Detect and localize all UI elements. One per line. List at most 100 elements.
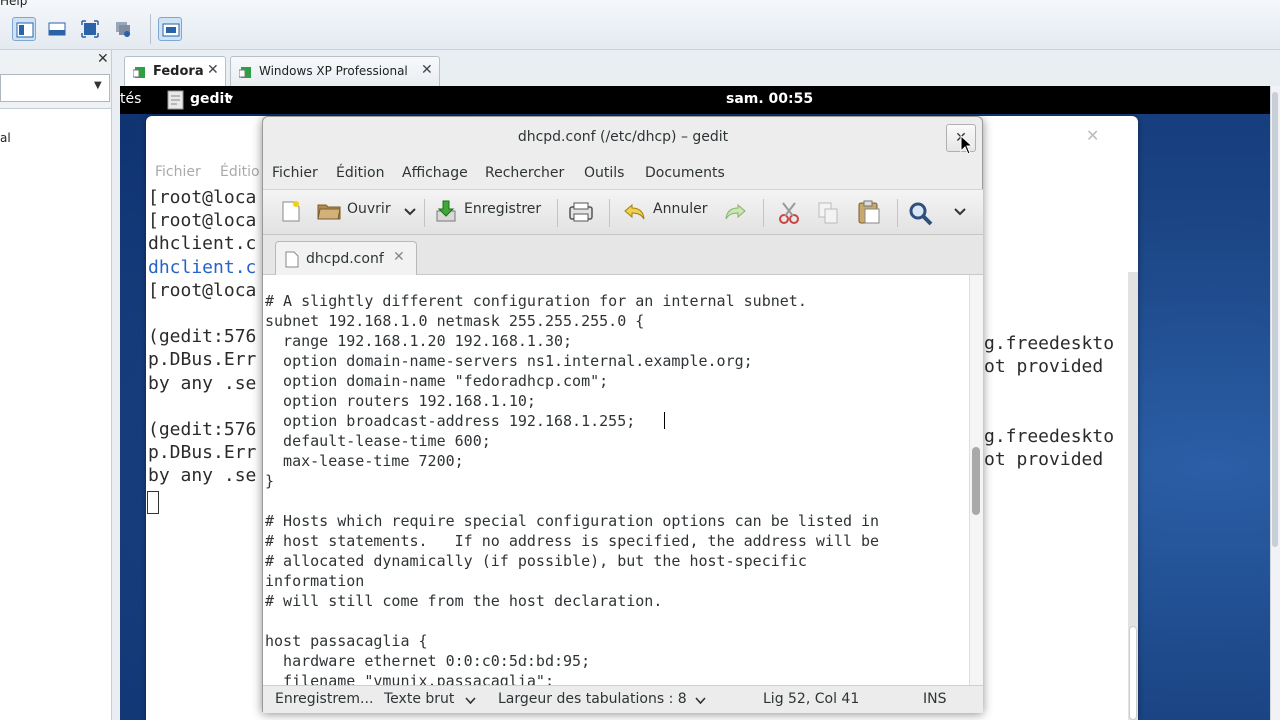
terminal-line: g.freedeskto bbox=[984, 425, 1115, 447]
close-icon[interactable]: ✕ bbox=[421, 62, 433, 78]
vm-running-icon bbox=[239, 67, 251, 78]
print-icon[interactable] bbox=[568, 201, 594, 223]
gedit-app-icon bbox=[167, 90, 184, 110]
console-view-icon[interactable] bbox=[45, 17, 69, 41]
terminal-output-right: g.freedeskto ot provided g.freedeskto ot p… bbox=[984, 332, 1114, 471]
language-selector[interactable]: Texte brut bbox=[384, 691, 454, 707]
code-line: # host statements. If no address is spec… bbox=[265, 532, 880, 550]
code-line: # Hosts which require special configurat… bbox=[265, 512, 880, 530]
new-document-icon[interactable] bbox=[279, 199, 303, 223]
code-line: option domain-name-servers ns1.internal.… bbox=[265, 352, 753, 370]
vm-running-icon bbox=[133, 67, 145, 78]
code-line: option domain-name "fedoradhcp.com"; bbox=[265, 372, 609, 390]
fullscreen-toggle-icon[interactable] bbox=[12, 17, 36, 41]
toolbar-separator bbox=[763, 199, 764, 227]
redo-icon[interactable] bbox=[723, 203, 747, 221]
tab-label: Windows XP Professional bbox=[259, 64, 408, 78]
search-icon[interactable] bbox=[908, 201, 934, 227]
code-line: # will still come from the host declarat… bbox=[265, 592, 663, 610]
code-line: subnet 192.168.1.0 netmask 255.255.255.0… bbox=[265, 312, 645, 330]
code-line: default-lease-time 600; bbox=[265, 432, 491, 450]
code-line: # A slightly different configuration for… bbox=[265, 292, 807, 310]
close-icon[interactable]: ✕ bbox=[207, 62, 219, 78]
toolbar-separator bbox=[609, 199, 610, 227]
chevron-down-icon[interactable]: ▼ bbox=[94, 80, 102, 91]
chevron-down-icon[interactable] bbox=[465, 697, 476, 705]
gnome-top-bar: tés gedit ▾ sam. 00:55 bbox=[120, 86, 1270, 114]
close-icon[interactable]: ✕ bbox=[393, 249, 405, 265]
library-close-icon[interactable]: ✕ bbox=[97, 51, 109, 67]
window-title: dhcpd.conf (/etc/dhcp) – gedit bbox=[517, 129, 729, 145]
code-line: option broadcast-address 192.168.1.255; bbox=[265, 412, 636, 430]
undo-icon[interactable] bbox=[623, 203, 647, 221]
terminal-line: ot provided bbox=[984, 449, 1104, 471]
terminal-menu-edition[interactable]: Éditio bbox=[220, 164, 260, 180]
chevron-down-icon[interactable] bbox=[954, 207, 966, 217]
code-line: information bbox=[265, 572, 365, 590]
code-line: option routers 192.168.1.10; bbox=[265, 392, 536, 410]
code-line: } bbox=[265, 472, 275, 490]
host-scroll-thumb[interactable] bbox=[1272, 92, 1278, 547]
clock[interactable]: sam. 00:55 bbox=[726, 91, 813, 107]
tab-fedora[interactable]: Fedora ✕ bbox=[124, 56, 226, 86]
editor-scroll-thumb[interactable] bbox=[972, 447, 980, 515]
toolbar-separator bbox=[150, 14, 151, 44]
toolbar-separator bbox=[424, 199, 425, 227]
cut-icon[interactable] bbox=[778, 201, 800, 225]
code-line: host passacaglia { bbox=[265, 632, 428, 650]
menu-affichage[interactable]: Affichage bbox=[402, 165, 468, 181]
status-bar: Enregistrem... Texte brut Largeur des ta… bbox=[263, 685, 983, 713]
terminal-line: ot provided bbox=[984, 356, 1104, 378]
terminal-menu-fichier[interactable]: Fichier bbox=[155, 164, 201, 180]
close-icon[interactable]: ✕ bbox=[1086, 126, 1099, 145]
chevron-down-icon[interactable] bbox=[404, 207, 416, 217]
cursor-position: Lig 52, Col 41 bbox=[763, 691, 860, 707]
toolbar-separator bbox=[557, 199, 558, 227]
chevron-down-icon[interactable] bbox=[695, 697, 706, 705]
menu-rechercher[interactable]: Rechercher bbox=[485, 165, 564, 181]
host-menu-help[interactable]: Help bbox=[0, 0, 27, 8]
code-line: # allocated dynamically (if possible), b… bbox=[265, 552, 807, 570]
save-button[interactable]: Enregistrer bbox=[464, 201, 541, 217]
save-icon[interactable] bbox=[435, 199, 457, 223]
host-toolbar: Help bbox=[0, 0, 1280, 50]
open-button[interactable]: Ouvrir bbox=[347, 201, 391, 217]
mouse-pointer-icon bbox=[960, 135, 974, 155]
menu-documents[interactable]: Documents bbox=[645, 165, 725, 181]
undo-button[interactable]: Annuler bbox=[653, 201, 707, 217]
copy-icon[interactable] bbox=[817, 201, 839, 225]
tab-label: dhcpd.conf bbox=[306, 251, 384, 267]
tab-label: Fedora bbox=[153, 64, 204, 79]
open-folder-icon[interactable] bbox=[317, 201, 343, 221]
fit-window-icon[interactable] bbox=[78, 17, 102, 41]
activities-button[interactable]: tés bbox=[120, 91, 141, 107]
tab-windows-xp[interactable]: Windows XP Professional ✕ bbox=[230, 56, 440, 86]
app-menu-button[interactable]: gedit bbox=[190, 91, 231, 107]
save-status: Enregistrem... bbox=[275, 691, 374, 707]
unity-view-icon[interactable] bbox=[158, 17, 182, 41]
terminal-line: g.freedeskto bbox=[984, 333, 1115, 354]
insert-mode: INS bbox=[923, 691, 947, 707]
snapshot-icon[interactable] bbox=[111, 17, 135, 41]
menu-edition[interactable]: Édition bbox=[336, 165, 384, 181]
editor-content[interactable]: # A slightly different configuration for… bbox=[265, 291, 879, 691]
gedit-window[interactable]: dhcpd.conf (/etc/dhcp) – gedit ✕ Fichier… bbox=[262, 116, 983, 713]
code-line: range 192.168.1.20 192.168.1.30; bbox=[265, 332, 573, 350]
terminal-cursor bbox=[147, 491, 159, 514]
document-icon bbox=[285, 251, 299, 268]
menu-outils[interactable]: Outils bbox=[584, 165, 624, 181]
tab-width-selector[interactable]: Largeur des tabulations : 8 bbox=[498, 691, 687, 707]
library-list bbox=[0, 108, 111, 720]
code-line: hardware ethernet 0:0:c0:5d:bd:95; bbox=[265, 652, 591, 670]
paste-icon[interactable] bbox=[857, 199, 881, 225]
toolbar-separator bbox=[897, 199, 898, 227]
text-caret bbox=[664, 412, 665, 429]
library-item[interactable]: al bbox=[0, 131, 11, 145]
terminal-scroll-thumb[interactable] bbox=[1129, 626, 1137, 720]
chevron-down-icon[interactable]: ▾ bbox=[228, 93, 233, 104]
menu-fichier[interactable]: Fichier bbox=[272, 165, 318, 181]
